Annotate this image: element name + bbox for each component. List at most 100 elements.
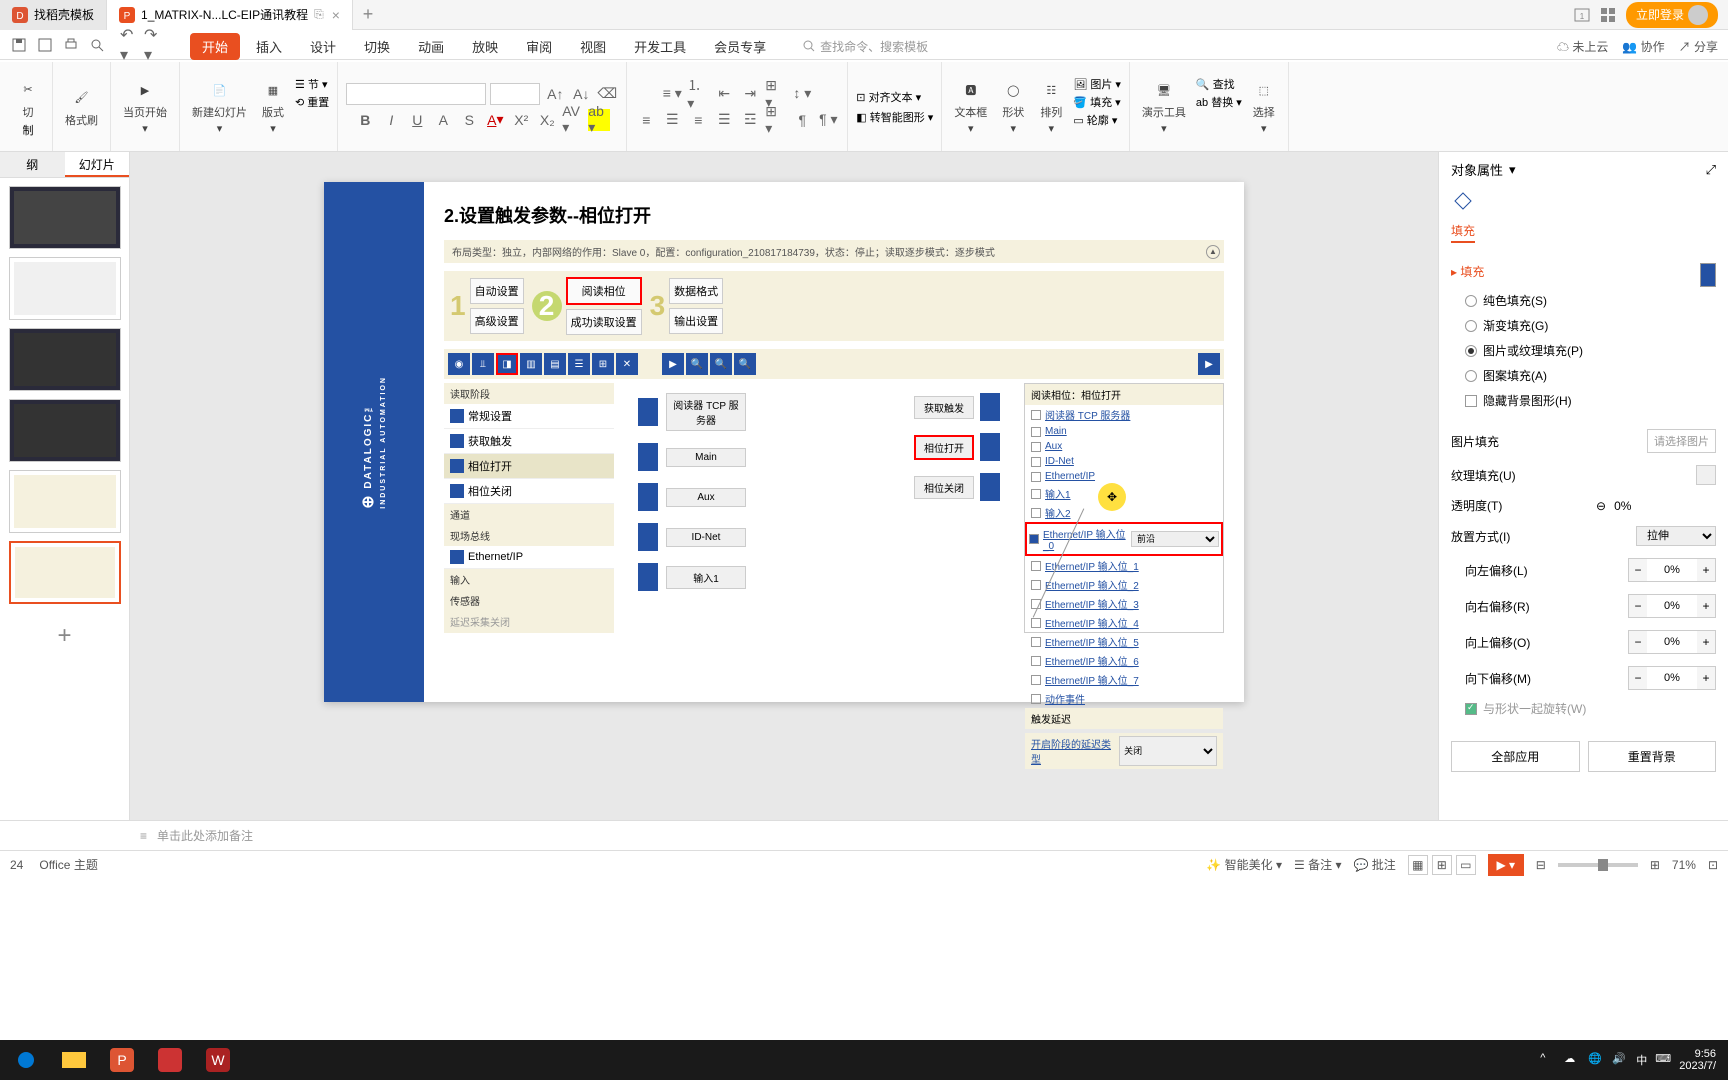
zoom-in-button[interactable]: ⊞	[1650, 858, 1660, 872]
align-text-button[interactable]: ⊡ 对齐文本 ▾	[856, 89, 933, 105]
zoom-slider[interactable]	[1558, 863, 1638, 867]
step-data-fmt-btn[interactable]: 数据格式	[669, 278, 723, 304]
checkbox[interactable]	[1031, 489, 1041, 499]
bullets-button[interactable]: ≡ ▾	[661, 83, 683, 105]
fill-button[interactable]: 🪣 填充 ▾	[1073, 94, 1121, 110]
slider-dec[interactable]: ⊖	[1596, 499, 1606, 513]
dec-button[interactable]: −	[1629, 559, 1647, 581]
tab-design[interactable]: 设计	[298, 33, 348, 60]
columns-button[interactable]: ⊞ ▾	[765, 109, 787, 131]
text-dir-button[interactable]: ⊞ ▾	[765, 83, 787, 105]
checkbox[interactable]	[1031, 637, 1041, 647]
step-output-btn[interactable]: 输出设置	[669, 308, 723, 334]
offset-down-spinner[interactable]: −0%+	[1628, 666, 1716, 690]
cloud-status[interactable]: ☁ 未上云	[1557, 38, 1608, 55]
dec-button[interactable]: −	[1629, 631, 1647, 653]
shrink-font-icon[interactable]: A↓	[570, 83, 592, 105]
radio-picture[interactable]: 图片或纹理填充(P)	[1451, 338, 1716, 363]
radio-pattern[interactable]: 图案填充(A)	[1451, 363, 1716, 388]
lp-item-sensor[interactable]: 传感器	[444, 590, 614, 611]
view-reading-button[interactable]: ▭	[1456, 855, 1476, 875]
section-button[interactable]: ☰ 节 ▾	[295, 76, 329, 92]
mid-item-tcp[interactable]: 阅读器 TCP 服务器	[638, 393, 746, 431]
subscript-button[interactable]: X₂	[536, 109, 558, 131]
present-button[interactable]: 🖥演示工具 ▾	[1138, 76, 1190, 137]
step-success-btn[interactable]: 成功读取设置	[566, 309, 642, 335]
preview-icon[interactable]	[88, 36, 106, 54]
checkbox[interactable]	[1031, 618, 1041, 628]
tab-transition[interactable]: 切换	[352, 33, 402, 60]
pic-select-button[interactable]: 请选择图片	[1647, 429, 1716, 453]
select-button[interactable]: ⬚选择 ▾	[1248, 76, 1280, 137]
checkbox[interactable]	[1031, 580, 1041, 590]
play-button[interactable]: ▶ ▾	[1488, 854, 1524, 876]
lp-item-eip[interactable]: Ethernet/IP	[444, 546, 614, 569]
checkbox[interactable]	[1031, 457, 1041, 467]
tab-slides[interactable]: 幻灯片	[65, 152, 130, 177]
ib-icon-6[interactable]: ☰	[568, 353, 590, 375]
rp-eip0-link[interactable]: Ethernet/IP 输入位_0	[1043, 526, 1127, 552]
slide-thumb-3[interactable]	[9, 328, 121, 391]
tab-insert[interactable]: 插入	[244, 33, 294, 60]
superscript-button[interactable]: X²	[510, 109, 532, 131]
align-center-button[interactable]: ☰	[661, 109, 683, 131]
new-slide-button[interactable]: 📄新建幻灯片 ▾	[188, 76, 251, 137]
ib-icon-2[interactable]: ⫫	[472, 353, 494, 375]
layout-button[interactable]: ▦版式 ▾	[257, 76, 289, 137]
align-left-button[interactable]: ≡	[635, 109, 657, 131]
mid-item-idnet[interactable]: ID-Net	[638, 523, 746, 551]
network-icon[interactable]: 🌐	[1588, 1052, 1604, 1068]
rp-item-eip[interactable]: Ethernet/IP	[1025, 469, 1223, 484]
slide-thumb-5[interactable]	[9, 470, 121, 533]
clock[interactable]: 9:56 2023/7/	[1679, 1048, 1716, 1072]
checkbox[interactable]	[1031, 442, 1041, 452]
lp-item-general[interactable]: 常规设置	[444, 404, 614, 429]
rp-item-tcp[interactable]: 阅读器 TCP 服务器	[1025, 405, 1223, 424]
numbering-button[interactable]: ⒈ ▾	[687, 83, 709, 105]
font-color-button[interactable]: A ▾	[484, 109, 506, 131]
ib-icon-1[interactable]: ◉	[448, 353, 470, 375]
italic-button[interactable]: I	[380, 109, 402, 131]
rp-item-eip6[interactable]: Ethernet/IP 输入位_6	[1025, 651, 1223, 670]
rp-item-aux[interactable]: Aux	[1025, 439, 1223, 454]
tab-start[interactable]: 开始	[190, 33, 240, 60]
ib-icon-5[interactable]: ▤	[544, 353, 566, 375]
save-icon[interactable]	[10, 36, 28, 54]
zoom-out-button[interactable]: ⊟	[1536, 858, 1546, 872]
add-tab-button[interactable]: +	[353, 4, 383, 25]
tab-slideshow[interactable]: 放映	[460, 33, 510, 60]
step-adv-btn[interactable]: 高级设置	[470, 308, 524, 334]
rp-item-main[interactable]: Main	[1025, 424, 1223, 439]
task-app1[interactable]	[148, 1042, 192, 1078]
ib-icon-7[interactable]: ⊞	[592, 353, 614, 375]
offset-left-spinner[interactable]: −0%+	[1628, 558, 1716, 582]
rp-item-in2[interactable]: 输入2	[1025, 503, 1223, 522]
tab-shell-templates[interactable]: D 找稻壳模板	[0, 0, 107, 30]
checkbox[interactable]	[1031, 508, 1041, 518]
lp-item-delay[interactable]: 延迟采集关闭	[444, 611, 614, 632]
reset-button[interactable]: ⟲ 重置	[295, 94, 329, 110]
ib-zoom-icon-4[interactable]: 🔍	[734, 353, 756, 375]
cloud-tray-icon[interactable]: ☁	[1564, 1052, 1580, 1068]
tab-view[interactable]: 视图	[568, 33, 618, 60]
reading-mode-icon[interactable]: 1	[1574, 7, 1590, 23]
copy-button[interactable]: 制	[23, 122, 34, 138]
view-normal-button[interactable]: ▦	[1408, 855, 1428, 875]
lp-item-phase-open[interactable]: 相位打开	[444, 454, 614, 479]
smart-beautify-button[interactable]: ✨ 智能美化 ▾	[1206, 856, 1282, 873]
inc-button[interactable]: +	[1697, 631, 1715, 653]
tab-animation[interactable]: 动画	[406, 33, 456, 60]
dec-button[interactable]: −	[1629, 595, 1647, 617]
step-auto-btn[interactable]: 自动设置	[470, 278, 524, 304]
rp-item-eip2[interactable]: Ethernet/IP 输入位_2	[1025, 575, 1223, 594]
mid-right-open[interactable]: 相位打开	[914, 433, 1000, 461]
slide-thumb-2[interactable]	[9, 257, 121, 320]
smart-graphic-button[interactable]: ◧ 转智能图形 ▾	[856, 109, 933, 125]
search-input[interactable]: 查找命令、搜索模板	[802, 38, 928, 55]
fill-tab-icon[interactable]	[1451, 189, 1475, 213]
step-read-phase-btn[interactable]: 阅读相位	[566, 277, 642, 305]
canvas[interactable]: ⊕ DATALOGIC™INDUSTRIAL AUTOMATION 2.设置触发…	[130, 152, 1438, 820]
task-explorer[interactable]	[52, 1042, 96, 1078]
slide-thumb-4[interactable]	[9, 399, 121, 462]
tray-up-icon[interactable]: ^	[1540, 1052, 1556, 1068]
